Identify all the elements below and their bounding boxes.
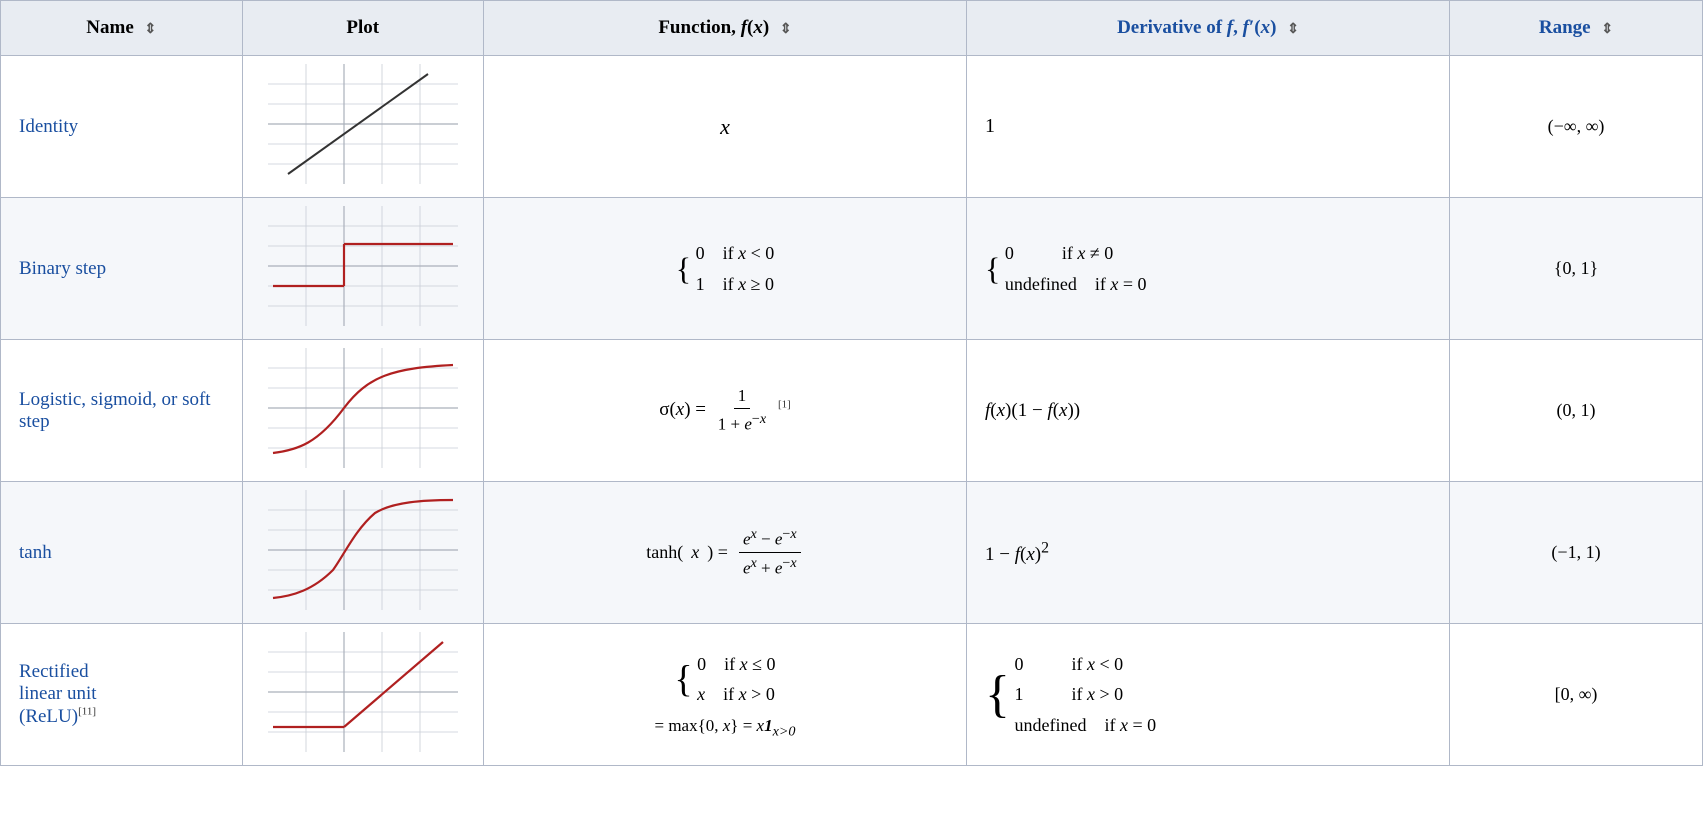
row-binary-step: Binary step [1, 198, 1703, 340]
plot-tanh [242, 482, 484, 624]
plot-svg-tanh [268, 490, 458, 610]
range-tanh: (−1, 1) [1450, 482, 1703, 624]
row-sigmoid: Logistic, sigmoid, or soft step [1, 340, 1703, 482]
range-identity: (−∞, ∞) [1450, 56, 1703, 198]
name-relu: Rectifiedlinear unit(ReLU)[11] [1, 624, 243, 766]
header-range-label: Range [1539, 17, 1591, 38]
header-plot-label: Plot [346, 17, 379, 38]
name-sigmoid: Logistic, sigmoid, or soft step [1, 340, 243, 482]
name-binary-step: Binary step [1, 198, 243, 340]
plot-identity [242, 56, 484, 198]
formula-sigmoid: σ(x) = 1 1 + e−x [1] [484, 340, 967, 482]
activation-functions-table: Name ⇕ Plot Function, f(x) ⇕ Derivative … [0, 0, 1703, 766]
plot-svg-sigmoid [268, 348, 458, 468]
range-binary-step: {0, 1} [1450, 198, 1703, 340]
plot-svg-identity [268, 64, 458, 184]
header-name[interactable]: Name ⇕ [1, 1, 243, 56]
plot-sigmoid [242, 340, 484, 482]
derivative-tanh: 1 − f(x)2 [967, 482, 1450, 624]
plot-binary-step [242, 198, 484, 340]
formula-relu: { 0 if x ≤ 0 x if x > 0 = max [484, 624, 967, 766]
sort-icon-derivative[interactable]: ⇕ [1287, 21, 1299, 38]
derivative-sigmoid: f(x)(1 − f(x)) [967, 340, 1450, 482]
row-tanh: tanh [1, 482, 1703, 624]
header-derivative[interactable]: Derivative of f, f′(x) ⇕ [967, 1, 1450, 56]
derivative-relu: { 0 if x < 0 1 if x > 0 undefined if x = [967, 624, 1450, 766]
sort-icon[interactable]: ⇕ [145, 21, 157, 38]
header-function[interactable]: Function, f(x) ⇕ [484, 1, 967, 56]
sort-icon-function[interactable]: ⇕ [780, 21, 792, 38]
sort-icon-range[interactable]: ⇕ [1601, 21, 1613, 38]
header-function-label: Function, f(x) [658, 17, 769, 38]
formula-binary-step: { 0 if x < 0 1 if x ≥ 0 [484, 198, 967, 340]
header-derivative-label: Derivative of f, f′(x) [1117, 17, 1276, 38]
header-plot: Plot [242, 1, 484, 56]
derivative-identity: 1 [967, 56, 1450, 198]
header-name-label: Name [86, 17, 133, 38]
plot-relu [242, 624, 484, 766]
derivative-binary-step: { 0 if x ≠ 0 undefined if x = 0 [967, 198, 1450, 340]
header-range[interactable]: Range ⇕ [1450, 1, 1703, 56]
row-identity: Identity [1, 56, 1703, 198]
plot-svg-relu [268, 632, 458, 752]
name-tanh: tanh [1, 482, 243, 624]
row-relu: Rectifiedlinear unit(ReLU)[11] [1, 624, 1703, 766]
formula-identity: x [484, 56, 967, 198]
formula-tanh: tanh(x) = ex − e−x ex + e−x [484, 482, 967, 624]
range-relu: [0, ∞) [1450, 624, 1703, 766]
plot-svg-binary-step [268, 206, 458, 326]
range-sigmoid: (0, 1) [1450, 340, 1703, 482]
name-identity: Identity [1, 56, 243, 198]
